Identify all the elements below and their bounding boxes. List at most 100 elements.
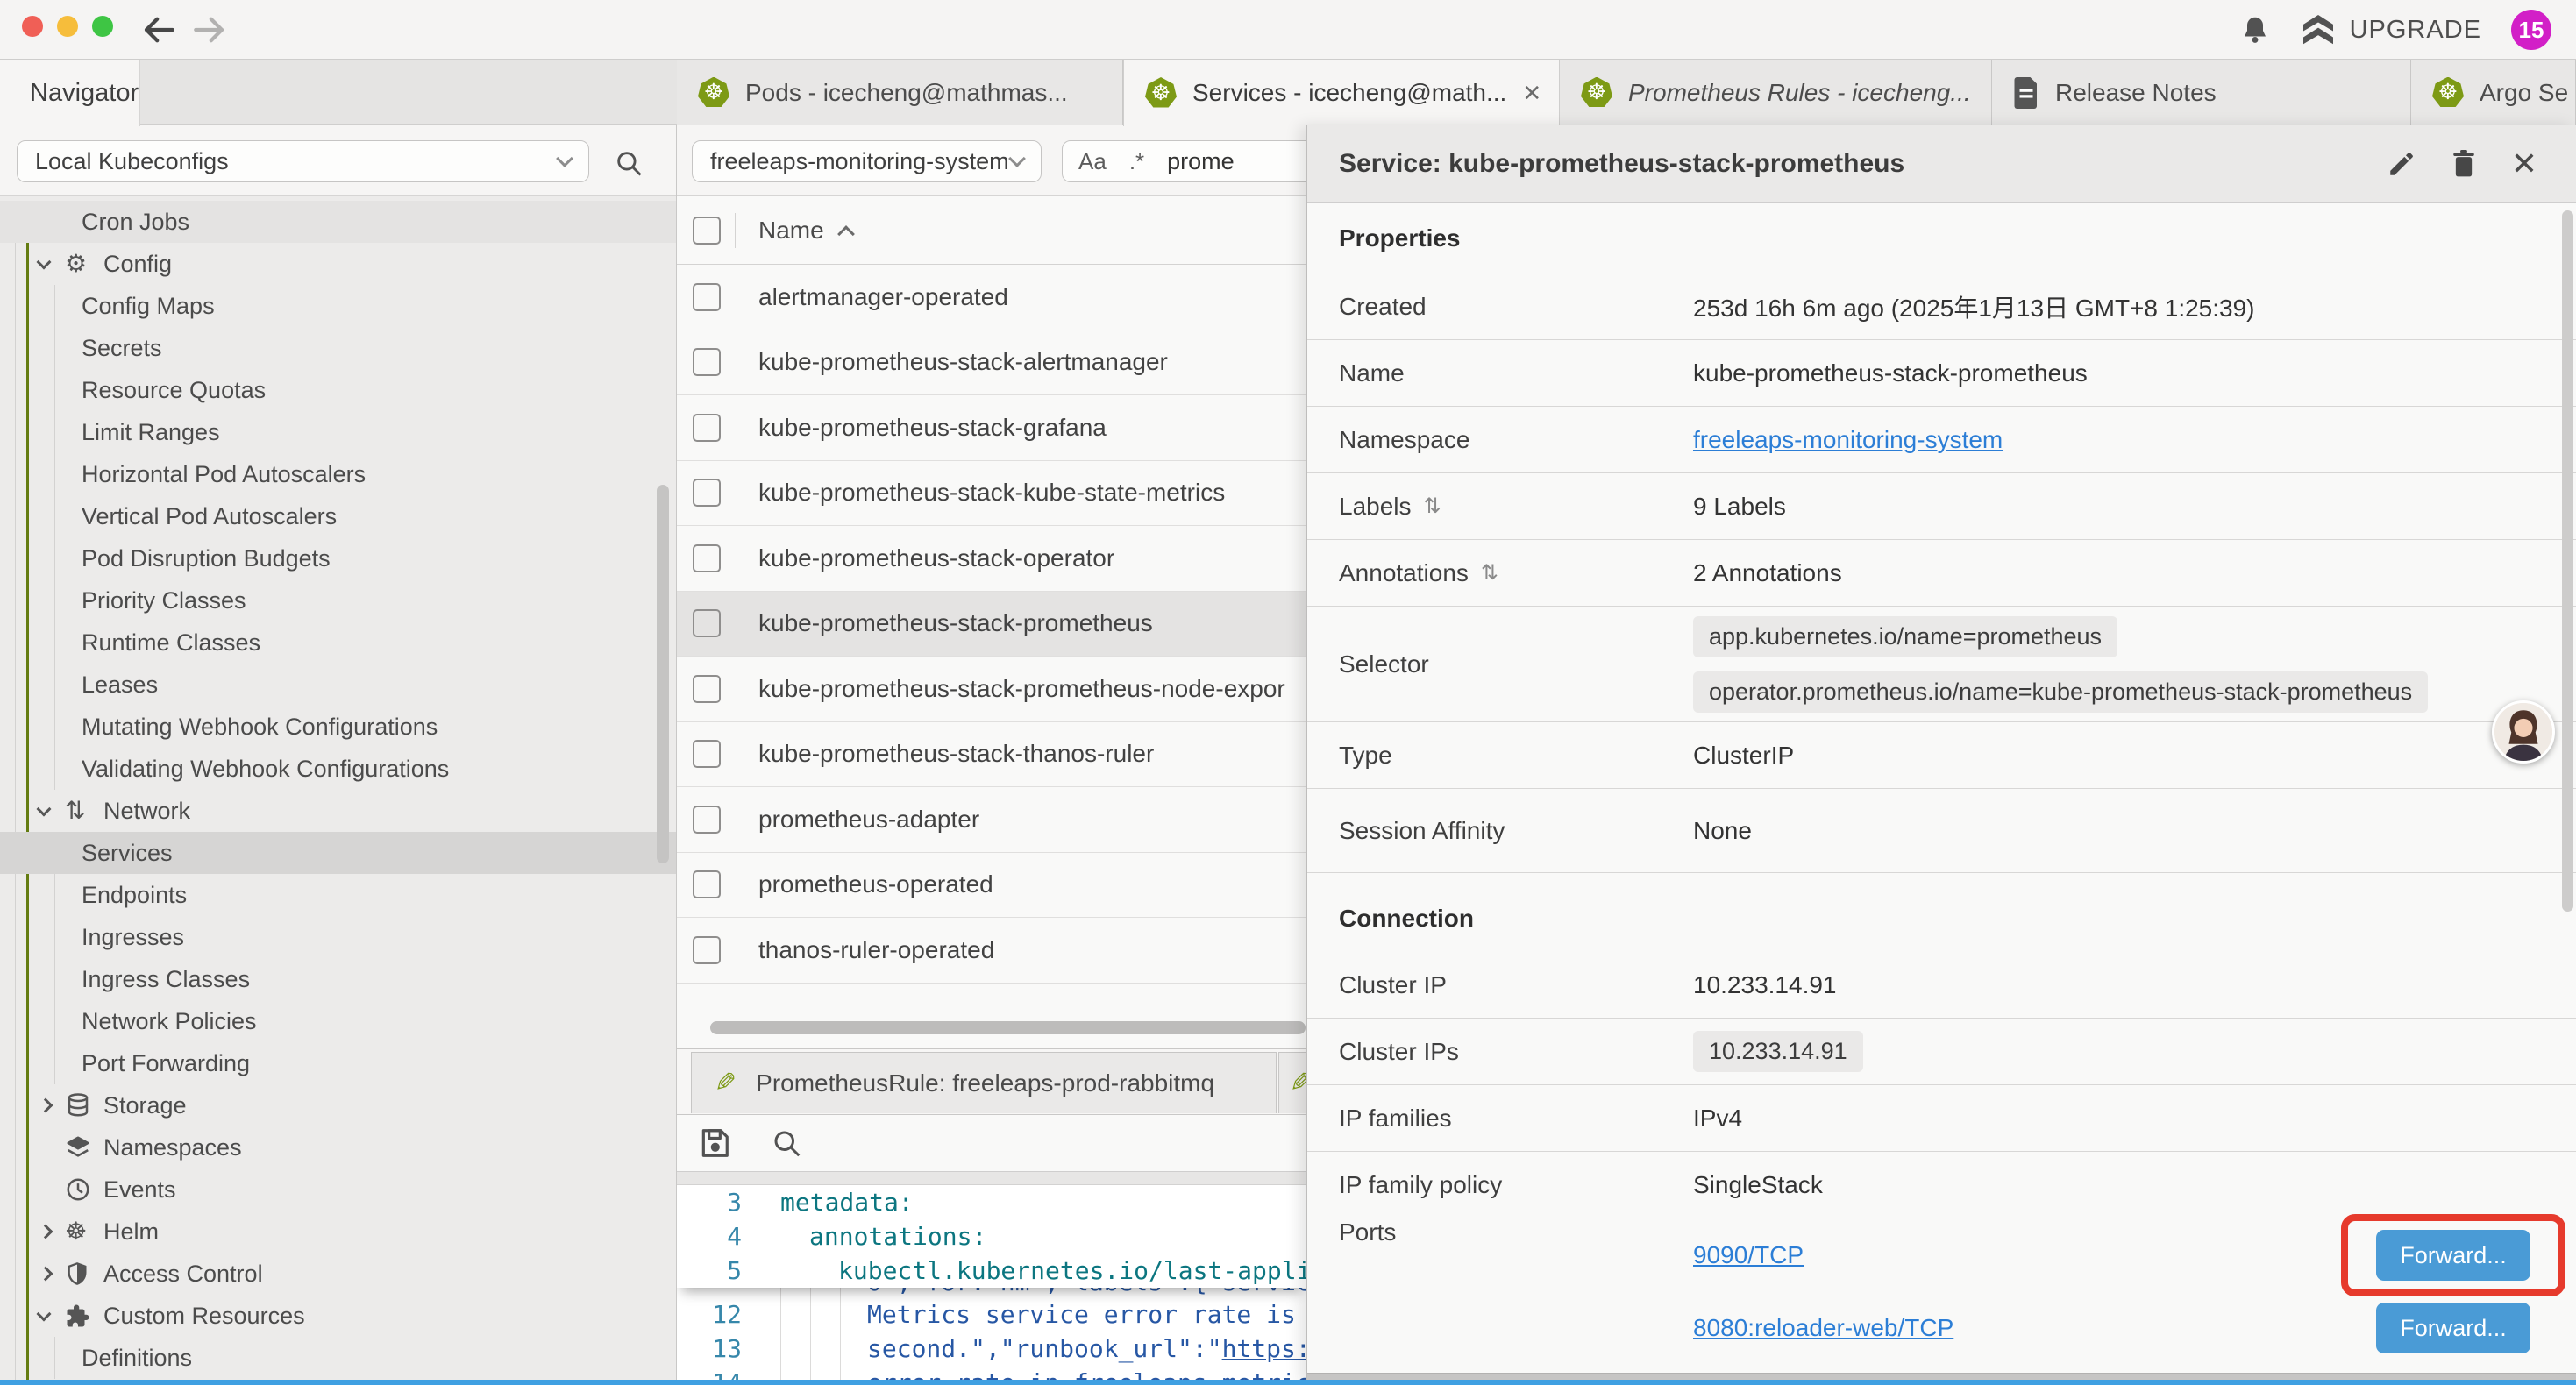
sidebar-scrollbar-thumb[interactable]	[657, 485, 669, 863]
row-checkbox[interactable]	[693, 609, 721, 637]
close-window-button[interactable]	[22, 16, 43, 37]
service-row-kube-prometheus-stack-alertmanager[interactable]: kube-prometheus-stack-alertmanager	[677, 330, 1306, 396]
runbook-url-link[interactable]: https://net	[1222, 1334, 1306, 1363]
tab-services-icecheng-math[interactable]: ☸Services - icecheng@math...✕	[1123, 60, 1560, 126]
close-icon[interactable]: ✕	[2511, 146, 2537, 182]
sidebar-item-custom-resources[interactable]: Custom Resources	[0, 1295, 676, 1337]
sidebar-item-events[interactable]: Events	[0, 1168, 676, 1211]
sidebar-item-network-policies[interactable]: Network Policies	[0, 1000, 676, 1042]
chevron-down-icon[interactable]	[39, 807, 65, 814]
row-checkbox[interactable]	[693, 806, 721, 834]
chevron-right-icon[interactable]	[39, 1100, 65, 1111]
row-checkbox[interactable]	[693, 936, 721, 964]
chevron-down-icon[interactable]	[39, 1312, 65, 1319]
service-row-thanos-ruler-operated[interactable]: thanos-ruler-operated	[677, 918, 1306, 984]
sidebar-item-resource-quotas[interactable]: Resource Quotas	[0, 369, 676, 411]
tab-release-notes[interactable]: Release Notes	[1992, 60, 2411, 125]
namespace-select[interactable]: freeleaps-monitoring-system	[692, 140, 1042, 182]
sort-arrows-icon[interactable]: ⇅	[1424, 494, 1441, 519]
sidebar-item-cron-jobs[interactable]: Cron Jobs	[0, 201, 676, 243]
service-row-kube-prometheus-stack-kube-state-metrics[interactable]: kube-prometheus-stack-kube-state-metrics	[677, 461, 1306, 527]
notification-badge[interactable]: 15	[2511, 10, 2551, 50]
close-tab-icon[interactable]: ✕	[1506, 80, 1541, 107]
regex-icon[interactable]: .*	[1129, 148, 1144, 175]
service-row-kube-prometheus-stack-operator[interactable]: kube-prometheus-stack-operator	[677, 526, 1306, 592]
upgrade-button[interactable]: UPGRADE	[2301, 15, 2481, 45]
delete-trash-icon[interactable]	[2450, 149, 2478, 179]
sidebar-item-runtime-classes[interactable]: Runtime Classes	[0, 621, 676, 664]
editor-scroll-band[interactable]	[677, 1171, 1306, 1185]
tab-prometheus-rules-icecheng[interactable]: ☸Prometheus Rules - icecheng...	[1560, 60, 1992, 125]
sidebar-item-config-maps[interactable]: Config Maps	[0, 285, 676, 327]
sidebar-item-namespaces[interactable]: Namespaces	[0, 1126, 676, 1168]
maximize-window-button[interactable]	[92, 16, 113, 37]
row-checkbox[interactable]	[693, 348, 721, 376]
yaml-editor[interactable]: 3metadata:4annotations:5kubectl.kubernet…	[677, 1185, 1306, 1385]
port-forward-button[interactable]: Forward...	[2376, 1230, 2530, 1281]
sidebar-item-limit-ranges[interactable]: Limit Ranges	[0, 411, 676, 453]
sidebar-search-icon[interactable]	[614, 148, 644, 178]
service-row-kube-prometheus-stack-thanos-ruler[interactable]: kube-prometheus-stack-thanos-ruler	[677, 722, 1306, 788]
service-row-kube-prometheus-stack-grafana[interactable]: kube-prometheus-stack-grafana	[677, 395, 1306, 461]
details-vertical-scrollbar-thumb[interactable]	[2562, 210, 2573, 912]
sidebar-item-definitions[interactable]: Definitions	[0, 1337, 676, 1379]
back-arrow-icon[interactable]	[140, 11, 177, 48]
tab-pods-icecheng-mathmas[interactable]: ☸Pods - icecheng@mathmas...	[677, 60, 1123, 125]
service-row-alertmanager-operated[interactable]: alertmanager-operated	[677, 265, 1306, 330]
row-checkbox[interactable]	[693, 414, 721, 442]
tab-argo-se[interactable]: ☸Argo Se	[2411, 60, 2576, 125]
chevron-right-icon[interactable]	[39, 1226, 65, 1237]
navigator-tab[interactable]: Navigator	[0, 60, 140, 126]
service-row-kube-prometheus-stack-prometheus[interactable]: kube-prometheus-stack-prometheus	[677, 592, 1306, 657]
sidebar-item-secrets[interactable]: Secrets	[0, 327, 676, 369]
row-checkbox[interactable]	[693, 740, 721, 768]
chevron-down-icon[interactable]	[39, 260, 65, 267]
sidebar-item-storage[interactable]: Storage	[0, 1084, 676, 1126]
namespace-link[interactable]: freeleaps-monitoring-system	[1693, 426, 2003, 454]
sidebar-item-validating-webhook-configurations[interactable]: Validating Webhook Configurations	[0, 748, 676, 790]
sidebar-item-pod-disruption-budgets[interactable]: Pod Disruption Budgets	[0, 537, 676, 579]
sidebar-item-helm[interactable]: ☸Helm	[0, 1211, 676, 1253]
row-checkbox[interactable]	[693, 479, 721, 507]
editor-tab-prometheusrule[interactable]: ✎ PrometheusRule: freeleaps-prod-rabbitm…	[691, 1052, 1277, 1113]
chevron-right-icon[interactable]	[39, 1268, 65, 1279]
sidebar-item-vertical-pod-autoscalers[interactable]: Vertical Pod Autoscalers	[0, 495, 676, 537]
sidebar-item-ingresses[interactable]: Ingresses	[0, 916, 676, 958]
bell-icon[interactable]	[2239, 14, 2271, 46]
sidebar-item-ingress-classes[interactable]: Ingress Classes	[0, 958, 676, 1000]
service-row-kube-prometheus-stack-prometheus-node-expor[interactable]: kube-prometheus-stack-prometheus-node-ex…	[677, 657, 1306, 722]
sidebar-item-priority-classes[interactable]: Priority Classes	[0, 579, 676, 621]
user-avatar[interactable]	[2492, 700, 2555, 764]
sidebar-item-access-control[interactable]: Access Control	[0, 1253, 676, 1295]
service-row-prometheus-adapter[interactable]: prometheus-adapter	[677, 787, 1306, 853]
minimize-window-button[interactable]	[57, 16, 78, 37]
edit-pencil-icon[interactable]	[2387, 149, 2416, 179]
editor-search-icon[interactable]	[771, 1127, 802, 1159]
match-case-icon[interactable]: Aa	[1078, 148, 1107, 175]
sidebar-item-horizontal-pod-autoscalers[interactable]: Horizontal Pod Autoscalers	[0, 453, 676, 495]
sidebar-item-port-forwarding[interactable]: Port Forwarding	[0, 1042, 676, 1084]
service-row-prometheus-operated[interactable]: prometheus-operated	[677, 853, 1306, 919]
save-icon[interactable]	[698, 1126, 731, 1160]
sidebar-item-network[interactable]: ⇅Network	[0, 790, 676, 832]
sidebar-item-leases[interactable]: Leases	[0, 664, 676, 706]
row-checkbox[interactable]	[693, 283, 721, 311]
sidebar-item-services[interactable]: Services	[0, 832, 676, 874]
editor-tab-clipped[interactable]: ✎	[1278, 1052, 1306, 1113]
port-link[interactable]: 9090/TCP	[1693, 1241, 1804, 1269]
kubeconfig-select[interactable]: Local Kubeconfigs	[17, 140, 589, 182]
port-link[interactable]: 8080:reloader-web/TCP	[1693, 1314, 1953, 1342]
row-checkbox[interactable]	[693, 544, 721, 572]
sidebar-item-endpoints[interactable]: Endpoints	[0, 874, 676, 916]
sidebar-item-mutating-webhook-configurations[interactable]: Mutating Webhook Configurations	[0, 706, 676, 748]
port-forward-button[interactable]: Forward...	[2376, 1303, 2530, 1353]
list-search-input[interactable]: Aa .* prome	[1062, 140, 1306, 182]
sidebar-item-config[interactable]: ⚙Config	[0, 243, 676, 285]
forward-arrow-icon[interactable]	[191, 11, 228, 48]
table-horizontal-scrollbar-thumb[interactable]	[710, 1021, 1306, 1034]
select-all-checkbox[interactable]	[693, 217, 721, 245]
sort-arrows-icon[interactable]: ⇅	[1481, 560, 1498, 586]
name-column-header[interactable]: Name	[758, 217, 852, 245]
row-checkbox[interactable]	[693, 870, 721, 898]
row-checkbox[interactable]	[693, 675, 721, 703]
